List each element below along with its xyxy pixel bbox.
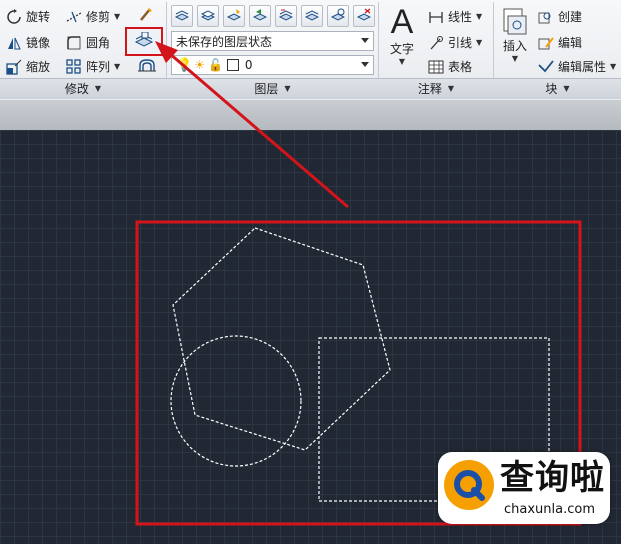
create-label: 创建 — [558, 10, 583, 24]
ribbon: 旋转 修剪 ▼ 镜像 圆角 缩放 阵列 ▼ 未保存的图层状态 💡 ☀ 🔓 0 A… — [0, 0, 621, 101]
annotation-expand-icon: ▼ — [447, 84, 455, 93]
layer-previous-button[interactable] — [249, 5, 271, 27]
mirror-icon — [6, 35, 22, 51]
table-tool[interactable]: 表格 — [428, 58, 472, 75]
layer-freeze-button[interactable] — [327, 5, 349, 27]
edit-label: 编辑 — [558, 36, 583, 50]
edit-block-tool[interactable]: 编辑 — [538, 34, 582, 51]
layers-expand-icon: ▼ — [284, 84, 291, 93]
annotation-title: 注释 — [417, 82, 442, 96]
panel-title-modify[interactable]: 修改 ▼ — [0, 80, 166, 98]
table-icon — [428, 59, 444, 75]
brush-icon — [138, 6, 154, 25]
watermark: 查询啦 chaxunla.com — [438, 452, 610, 524]
layer-previous-icon — [252, 8, 268, 25]
layer-current-icon — [200, 8, 216, 25]
layer-properties-icon — [174, 8, 190, 25]
rotate-tool[interactable]: 旋转 — [6, 8, 50, 25]
trim-tool[interactable]: 修剪 ▼ — [66, 8, 120, 25]
offset-icon — [138, 57, 156, 76]
layer-isolate-icon — [134, 31, 154, 51]
panel-title-layers[interactable]: 图层 ▼ — [167, 80, 378, 98]
leader-icon — [428, 35, 444, 51]
leader-tool[interactable]: 引线 ▼ — [428, 34, 482, 51]
rotate-icon — [6, 8, 22, 25]
create-block-icon — [538, 9, 554, 25]
create-block-tool[interactable]: 创建 — [538, 8, 582, 25]
text-dropdown-icon[interactable]: ▼ — [384, 57, 420, 66]
layer-walk-button[interactable] — [275, 5, 297, 27]
rotate-label: 旋转 — [26, 10, 51, 24]
block-expand-icon: ▼ — [563, 84, 570, 93]
insert-dropdown-icon[interactable]: ▼ — [498, 54, 532, 63]
layer-state-dropdown[interactable]: 未保存的图层状态 — [171, 31, 374, 51]
leader-label: 引线 — [448, 36, 473, 50]
match-properties-button[interactable] — [136, 5, 156, 25]
current-layer-name: 0 — [244, 58, 253, 72]
linear-dimension-tool[interactable]: 线性 ▼ — [428, 8, 482, 25]
scale-tool[interactable]: 缩放 — [6, 58, 50, 75]
color-swatch — [226, 59, 239, 71]
layer-delete-icon — [356, 7, 372, 25]
offset-button[interactable] — [137, 56, 157, 76]
mirror-label: 镜像 — [26, 36, 51, 50]
edit-attributes-icon — [538, 59, 554, 75]
leader-dropdown-icon[interactable]: ▼ — [476, 38, 482, 47]
scale-label: 缩放 — [26, 60, 51, 74]
text-label: 文字 — [389, 42, 414, 56]
watermark-logo-icon — [444, 460, 494, 510]
layer-walk-icon — [278, 8, 294, 25]
scale-icon — [6, 59, 22, 75]
trim-dropdown-icon[interactable]: ▼ — [114, 12, 120, 21]
linear-label: 线性 — [448, 10, 473, 24]
layer-isolate-button-highlighted[interactable] — [125, 27, 163, 56]
layers-title: 图层 — [254, 82, 279, 96]
insert-label: 插入 — [502, 39, 527, 53]
text-tool[interactable]: A 文字 ▼ — [384, 4, 420, 66]
layer-match-icon — [226, 8, 242, 25]
edit-attributes-dropdown-icon[interactable]: ▼ — [610, 62, 616, 71]
layer-freeze-icon — [330, 8, 346, 25]
panel-title-annotation[interactable]: 注释 ▼ — [379, 80, 493, 98]
linear-dimension-icon — [428, 9, 444, 25]
trim-icon — [66, 9, 82, 25]
edit-attributes-label: 编辑属性 — [558, 60, 607, 74]
linear-dropdown-icon[interactable]: ▼ — [476, 12, 482, 21]
array-label: 阵列 — [86, 60, 111, 74]
layer-match-button[interactable] — [223, 5, 245, 27]
array-dropdown-icon[interactable]: ▼ — [114, 62, 120, 71]
layer-merge-icon — [304, 8, 320, 25]
trim-label: 修剪 — [86, 10, 111, 24]
array-tool[interactable]: 阵列 ▼ — [66, 58, 120, 75]
modify-title: 修改 — [64, 82, 89, 96]
layer-state-value: 未保存的图层状态 — [176, 34, 273, 49]
fillet-tool[interactable]: 圆角 — [66, 34, 110, 51]
sun-icon: ☀ — [194, 58, 205, 72]
block-title: 块 — [545, 82, 558, 96]
watermark-url: chaxunla.com — [504, 502, 595, 517]
lightbulb-icon: 💡 — [176, 57, 193, 73]
layer-dropdown[interactable]: 💡 ☀ 🔓 0 — [171, 55, 374, 75]
layer-properties-button[interactable] — [171, 5, 193, 27]
edit-attributes-tool[interactable]: 编辑属性 ▼ — [538, 58, 616, 75]
text-glyph: A — [390, 3, 414, 41]
layer-delete-button[interactable] — [353, 5, 375, 27]
layer-make-current-button[interactable] — [197, 5, 219, 27]
modify-expand-icon: ▼ — [94, 84, 102, 93]
panel-title-block[interactable]: 块 ▼ — [494, 80, 621, 98]
table-label: 表格 — [448, 60, 473, 74]
layer-state-arrow-icon — [361, 38, 369, 43]
insert-block-tool[interactable]: 插入 ▼ — [498, 6, 532, 63]
edit-block-icon — [538, 35, 554, 51]
watermark-name: 查询啦 — [500, 458, 605, 498]
mirror-tool[interactable]: 镜像 — [6, 34, 50, 51]
fillet-label: 圆角 — [86, 36, 111, 50]
unlock-icon: 🔓 — [207, 58, 223, 72]
fillet-icon — [66, 35, 82, 51]
layer-dropdown-arrow-icon — [361, 62, 369, 67]
tab-strip — [0, 100, 621, 130]
array-icon — [66, 58, 82, 75]
layer-merge-button[interactable] — [301, 5, 323, 27]
